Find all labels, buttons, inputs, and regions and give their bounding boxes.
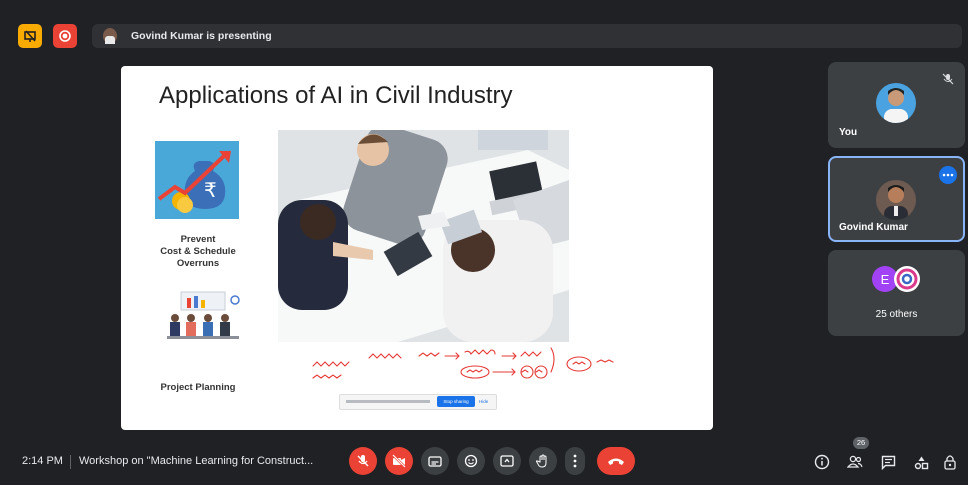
handwritten-annotation (307, 346, 627, 386)
avatar-other (894, 266, 920, 292)
office-meeting-photo (278, 130, 569, 342)
caption-prevent: Prevent Cost & Schedule Overruns (160, 234, 236, 269)
tile-others[interactable]: E 25 others (828, 250, 965, 336)
muted-mic-icon (942, 72, 954, 85)
meeting-illustration (161, 288, 245, 346)
raise-hand-button[interactable] (529, 447, 557, 475)
activities-icon[interactable] (911, 452, 931, 472)
more-options-icon[interactable] (939, 166, 957, 184)
meeting-time: 2:14 PM (22, 455, 63, 467)
leave-call-button[interactable] (597, 447, 635, 475)
participants-count-badge: 26 (853, 437, 869, 449)
tile-presenter-label: Govind Kumar (839, 222, 908, 233)
record-icon[interactable] (53, 24, 77, 48)
top-bar: Govind Kumar is presenting (0, 0, 968, 58)
mic-off-button[interactable] (349, 447, 377, 475)
presenting-banner: Govind Kumar is presenting (92, 24, 962, 48)
host-controls-icon[interactable] (940, 452, 960, 472)
info-icon[interactable] (812, 452, 832, 472)
captions-button[interactable] (421, 447, 449, 475)
tile-you-label: You (839, 127, 858, 138)
hide-button[interactable]: Hide (479, 396, 488, 407)
svg-text:₹: ₹ (204, 178, 217, 202)
avatar-presenter (876, 180, 916, 220)
slide-title: Applications of AI in Civil Industry (159, 82, 513, 109)
chat-icon[interactable] (878, 452, 898, 472)
present-screen-button[interactable] (493, 447, 521, 475)
more-options-button[interactable] (565, 447, 585, 475)
tile-you[interactable]: You (828, 62, 965, 148)
emoji-button[interactable] (457, 447, 485, 475)
presentation-icon[interactable] (18, 24, 42, 48)
presenter-avatar (103, 28, 117, 44)
money-growth-icon: ₹ (155, 141, 239, 219)
tile-others-label: 25 others (875, 309, 918, 320)
stop-sharing-button[interactable]: Stop sharing (437, 396, 475, 407)
shared-slide: Applications of AI in Civil Industry ₹ P… (121, 66, 713, 430)
meeting-title: Workshop on "Machine Learning for Constr… (79, 455, 314, 467)
divider (70, 455, 71, 469)
presenting-text: Govind Kumar is presenting (131, 30, 272, 42)
sharing-bar: Stop sharing Hide (339, 394, 497, 410)
tile-presenter[interactable]: Govind Kumar (828, 156, 965, 242)
people-icon[interactable] (845, 452, 865, 472)
avatar-you (876, 83, 916, 123)
sharing-bar-text-placeholder (346, 400, 430, 403)
camera-off-button[interactable] (385, 447, 413, 475)
caption-project-planning: Project Planning (160, 382, 236, 393)
